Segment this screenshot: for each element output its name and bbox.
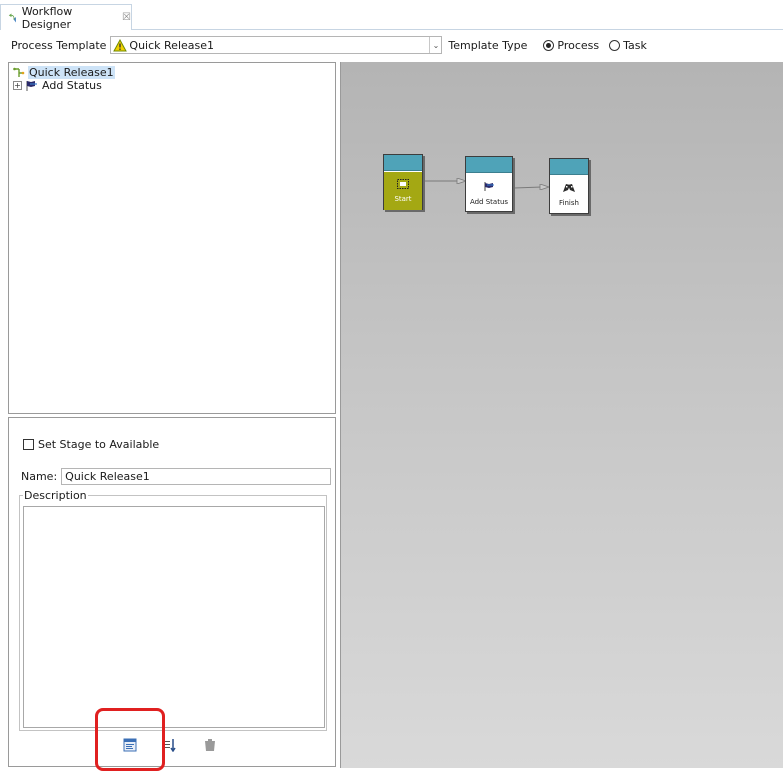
node-label: Start <box>394 195 412 203</box>
tab-workflow-designer[interactable]: Workflow Designer ☒ <box>0 4 132 31</box>
tab-title: Workflow Designer <box>21 4 73 31</box>
node-header <box>384 155 422 171</box>
template-type-radio-group: Process Task <box>537 39 647 52</box>
process-template-value: Quick Release1 <box>129 38 215 52</box>
description-group: Description <box>19 489 327 731</box>
flag-icon <box>26 80 37 91</box>
template-toolbar: Process Template Quick Release1 ⌄ Templa… <box>0 31 783 59</box>
workflow-node-start[interactable]: Start <box>383 154 423 210</box>
radio-process-dot[interactable] <box>543 39 555 51</box>
workflow-root-icon <box>13 67 25 77</box>
process-template-select[interactable]: Quick Release1 ⌄ <box>110 36 443 54</box>
node-header <box>550 159 588 175</box>
tree-item-add-status-label: Add Status <box>42 79 102 92</box>
close-icon[interactable]: ☒ <box>122 12 131 23</box>
tree-item-root[interactable]: Quick Release1 <box>13 66 115 79</box>
node-body: Add Status <box>466 174 512 212</box>
flag-icon <box>484 181 494 191</box>
radio-task-dot[interactable] <box>609 39 621 51</box>
name-row: Name: Quick Release1 <box>21 468 332 485</box>
checkered-flags-icon <box>563 184 575 192</box>
template-type-label: Template Type <box>448 38 528 52</box>
workflow-canvas[interactable]: Start Add Status Finish <box>340 62 783 768</box>
radio-process[interactable]: Process <box>543 39 599 52</box>
name-value: Quick Release1 <box>65 470 150 483</box>
editor-tabbar: Workflow Designer ☒ <box>0 0 783 31</box>
edge-add-status-to-finish <box>514 184 550 190</box>
set-stage-available-checkbox[interactable] <box>23 439 34 450</box>
process-template-label: Process Template <box>11 38 107 52</box>
tree-item-add-status[interactable]: + Add Status <box>13 79 102 92</box>
node-header <box>466 157 512 173</box>
workflow-node-add-status[interactable]: Add Status <box>465 156 513 212</box>
node-body: Finish <box>550 176 588 214</box>
workflow-designer-icon <box>8 13 16 22</box>
edge-start-to-add-status <box>425 178 467 184</box>
set-stage-available-label: Set Stage to Available <box>38 438 160 451</box>
warning-icon <box>113 38 128 51</box>
workflow-tree-panel: Quick Release1 + Add Status <box>8 62 336 414</box>
name-field[interactable]: Quick Release1 <box>61 468 332 485</box>
delete-icon[interactable] <box>203 738 217 752</box>
properties-panel: Set Stage to Available Name: Quick Relea… <box>8 417 336 771</box>
set-stage-available-row[interactable]: Set Stage to Available <box>23 438 159 451</box>
start-icon <box>397 179 409 189</box>
radio-process-label: Process <box>557 38 600 52</box>
workflow-node-finish[interactable]: Finish <box>549 158 589 214</box>
sort-icon[interactable] <box>163 738 177 752</box>
description-label: Description <box>23 489 88 502</box>
radio-task[interactable]: Task <box>609 39 647 52</box>
name-label: Name: <box>21 470 58 483</box>
node-label: Finish <box>559 199 579 207</box>
description-textarea[interactable] <box>23 506 325 728</box>
chevron-down-icon[interactable]: ⌄ <box>429 37 441 53</box>
tree-item-root-label: Quick Release1 <box>28 66 115 79</box>
expand-icon[interactable]: + <box>13 81 22 90</box>
node-label: Add Status <box>469 197 509 206</box>
node-body: Start <box>384 172 422 210</box>
radio-task-label: Task <box>623 38 647 52</box>
highlight-annotation <box>95 708 165 771</box>
